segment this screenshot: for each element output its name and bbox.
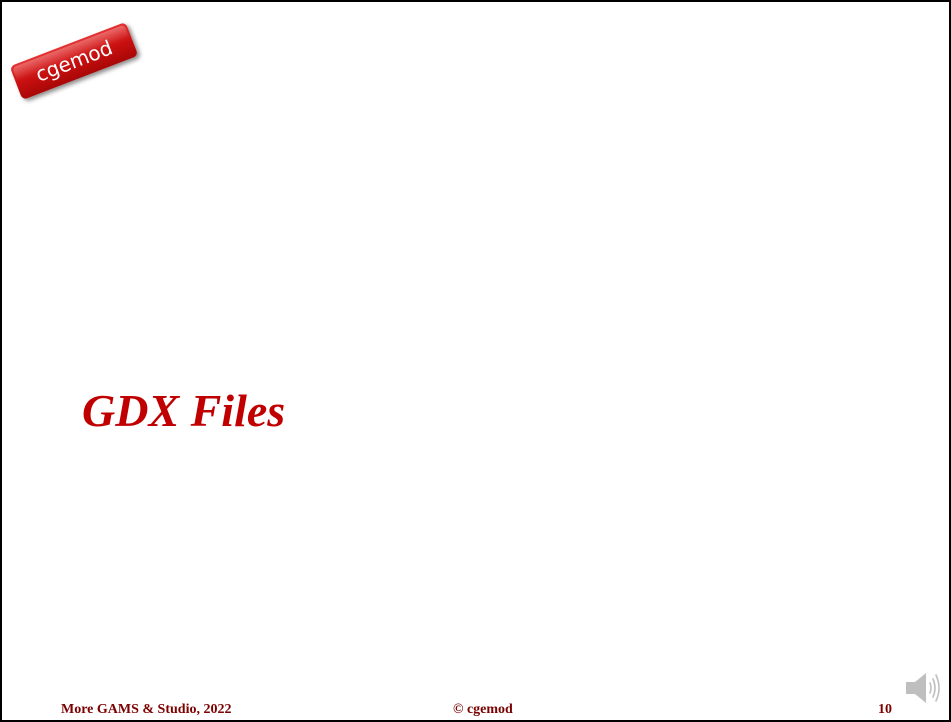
speaker-icon[interactable] bbox=[902, 668, 942, 708]
footer-copyright: © cgemod bbox=[453, 702, 513, 717]
cgemod-logo: cgemod bbox=[9, 21, 139, 101]
footer-presentation-title: More GAMS & Studio, 2022 bbox=[61, 702, 232, 717]
section-title: GDX Files bbox=[82, 385, 286, 436]
slide-number: 10 bbox=[878, 702, 892, 717]
logo-text: cgemod bbox=[32, 35, 116, 87]
slide: cgemod GDX Files More GAMS & Studio, 202… bbox=[0, 0, 951, 722]
